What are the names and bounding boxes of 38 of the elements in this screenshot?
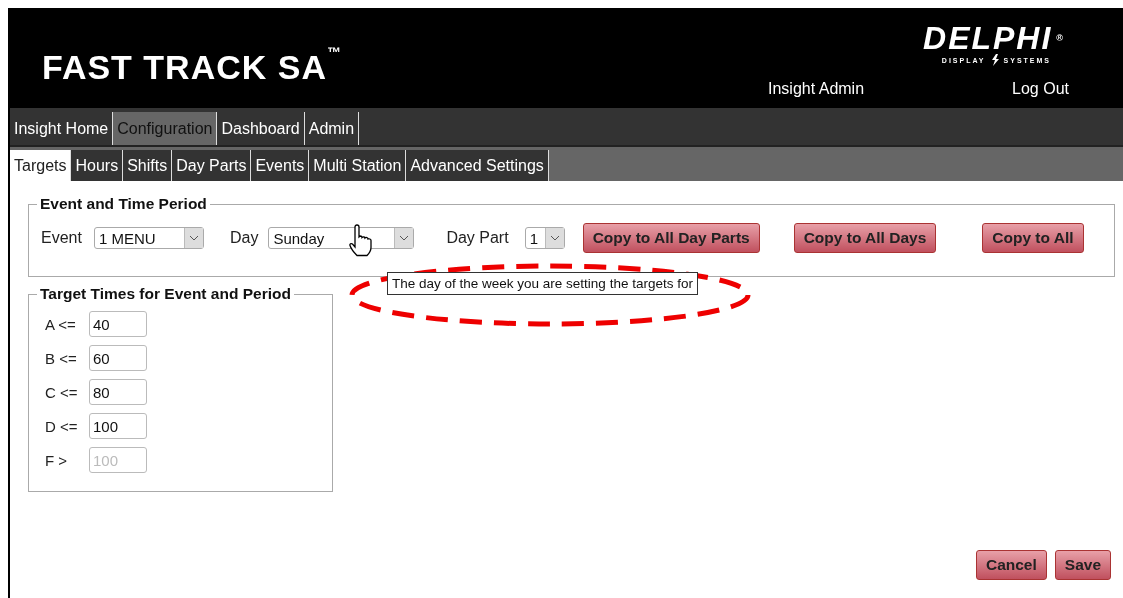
field-label: Day [229, 229, 259, 247]
user-name: Insight Admin [768, 80, 865, 98]
copy-button[interactable]: Copy to All Days [793, 223, 937, 253]
product-logo: FAST TRACK SA$^{™}$ [42, 48, 342, 87]
day-select[interactable]: Sunday [268, 227, 415, 249]
sub-tab[interactable]: Hours [71, 150, 124, 181]
sub-tab[interactable]: Events [251, 150, 310, 181]
field-label: F > [45, 451, 69, 469]
caret-icon [544, 228, 564, 248]
sub-tab[interactable]: Advanced Settings [406, 150, 549, 181]
day-part-select[interactable]: 1 [524, 227, 565, 249]
logout-link[interactable]: Log Out [1012, 80, 1069, 98]
footer-button[interactable]: Cancel [975, 550, 1047, 580]
tooltip: The day of the week you are setting the targets for [387, 272, 698, 295]
field-label: Day Part [446, 229, 509, 247]
field-label: D <= [45, 417, 79, 435]
copy-button[interactable]: Copy to All [982, 223, 1084, 253]
target-input[interactable]: 60 [89, 345, 147, 371]
panel-title: Event and Time Period [39, 195, 208, 213]
panel-title: Target Times for Event and Period [39, 285, 292, 303]
sub-tab[interactable]: Day Parts [172, 150, 252, 181]
target-input[interactable]: 100 [89, 413, 147, 439]
target-input[interactable]: 80 [89, 379, 147, 405]
sub-tab[interactable]: Targets [10, 150, 72, 181]
event-select[interactable]: 1 MENU [93, 227, 204, 249]
sub-tab[interactable]: Shifts [123, 150, 173, 181]
target-input[interactable]: 40 [89, 311, 147, 337]
caret-icon [394, 228, 414, 248]
copy-button[interactable]: Copy to All Day Parts [582, 223, 760, 253]
sub-tab[interactable]: Multi Station [309, 150, 407, 181]
field-label: A <= [45, 315, 77, 333]
field-label: B <= [45, 349, 78, 367]
field-label: Event [41, 229, 82, 247]
brand-logo: DELPHI$^{®}$ [923, 22, 1065, 54]
caret-icon [183, 228, 203, 248]
lightning-icon [989, 54, 1000, 66]
footer-button[interactable]: Save [1054, 550, 1111, 580]
field-label: C <= [45, 383, 79, 401]
